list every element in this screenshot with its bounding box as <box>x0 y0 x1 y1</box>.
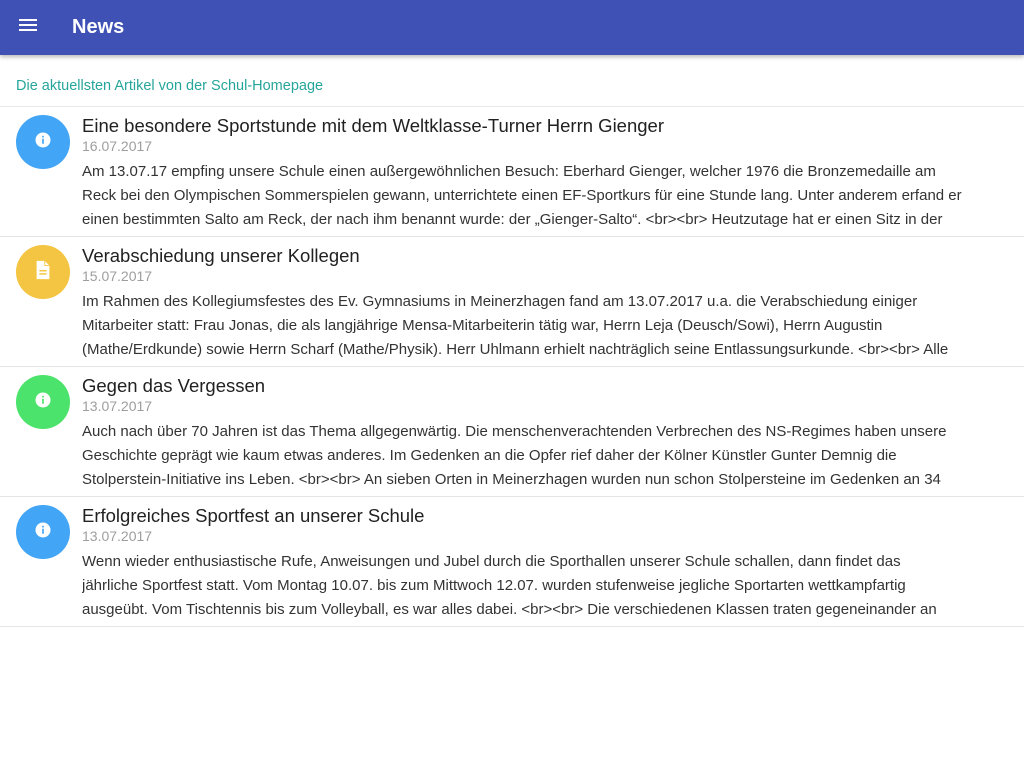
article-excerpt: Wenn wieder enthusiastische Rufe, Anweis… <box>82 550 1012 622</box>
article-avatar <box>16 505 70 559</box>
article-title: Erfolgreiches Sportfest an unserer Schul… <box>82 505 425 526</box>
excerpt-line: Auch nach über 70 Jahren ist das Thema a… <box>82 423 947 440</box>
excerpt-line: (Mathe/Erdkunde) sowie Herrn Scharf (Mat… <box>82 341 949 358</box>
article-date: 13.07.2017 <box>82 528 153 544</box>
article-text: Verabschiedung unserer Kollegen 15.07.20… <box>82 244 1012 362</box>
excerpt-line: Stolperstein-Initiative ins Leben. <br><… <box>82 471 941 488</box>
excerpt-line: jährliche Sportfest statt. Vom Montag 10… <box>82 577 906 594</box>
page-title: News <box>72 16 125 38</box>
excerpt-line: Mitarbeiter statt: Frau Jonas, die als l… <box>82 317 883 334</box>
article-excerpt: Am 13.07.17 empfing unsere Schule einen … <box>82 160 1012 232</box>
list-subheader: Die aktuellsten Artikel von der Schul-Ho… <box>0 55 1024 107</box>
document-icon <box>34 260 52 285</box>
article-title: Gegen das Vergessen <box>82 375 266 396</box>
article-date: 15.07.2017 <box>82 268 153 284</box>
article-title: Verabschiedung unserer Kollegen <box>82 245 360 266</box>
excerpt-line: Im Rahmen des Kollegiumsfestes des Ev. G… <box>82 293 918 310</box>
info-icon <box>33 520 53 545</box>
article-excerpt: Auch nach über 70 Jahren ist das Thema a… <box>82 420 1012 492</box>
excerpt-line: einen bestimmten Salto am Reck, der nach… <box>82 211 943 228</box>
news-list-item[interactable]: Erfolgreiches Sportfest an unserer Schul… <box>0 497 1024 627</box>
article-avatar <box>16 115 70 169</box>
article-excerpt: Im Rahmen des Kollegiumsfestes des Ev. G… <box>82 290 1012 362</box>
article-text: Gegen das Vergessen 13.07.2017 Auch nach… <box>82 374 1012 492</box>
news-list-item[interactable]: Eine besondere Sportstunde mit dem Weltk… <box>0 107 1024 237</box>
article-date: 13.07.2017 <box>82 398 153 414</box>
excerpt-line: Wenn wieder enthusiastische Rufe, Anweis… <box>82 553 901 570</box>
news-list-item[interactable]: Gegen das Vergessen 13.07.2017 Auch nach… <box>0 367 1024 497</box>
app-toolbar: News <box>0 0 1024 55</box>
article-date: 16.07.2017 <box>82 138 153 154</box>
article-title: Eine besondere Sportstunde mit dem Weltk… <box>82 115 664 136</box>
article-avatar <box>16 375 70 429</box>
news-list-item[interactable]: Verabschiedung unserer Kollegen 15.07.20… <box>0 237 1024 367</box>
news-list-container: Die aktuellsten Artikel von der Schul-Ho… <box>0 55 1024 762</box>
excerpt-line: Geschichte geprägt wie kaum etwas andere… <box>82 447 897 464</box>
excerpt-line: Am 13.07.17 empfing unsere Schule einen … <box>82 163 936 180</box>
info-icon <box>33 390 53 415</box>
menu-icon <box>16 13 40 42</box>
article-text: Erfolgreiches Sportfest an unserer Schul… <box>82 504 1012 622</box>
info-icon <box>33 130 53 155</box>
article-avatar <box>16 245 70 299</box>
excerpt-line: Reck bei den Olympischen Sommerspielen g… <box>82 187 962 204</box>
menu-button[interactable] <box>8 7 48 47</box>
excerpt-line: ausgeübt. Vom Tischtennis bis zum Volley… <box>82 601 937 618</box>
article-text: Eine besondere Sportstunde mit dem Weltk… <box>82 114 1012 232</box>
